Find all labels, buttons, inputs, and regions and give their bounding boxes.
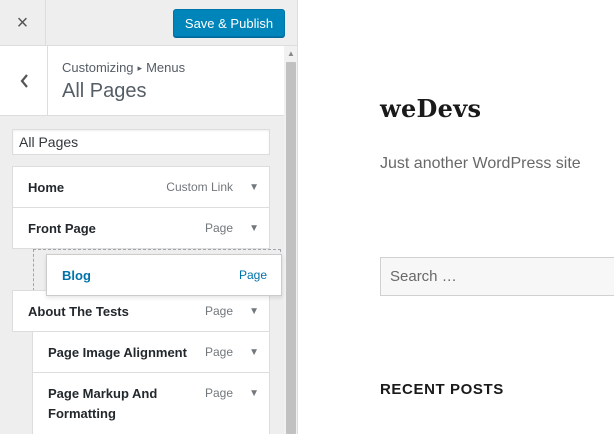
chevron-down-icon[interactable]: ▼ xyxy=(249,182,259,193)
menu-item-page-markup[interactable]: Page Markup And Formatting Page ▼ xyxy=(32,372,270,434)
menu-item-front-page[interactable]: Front Page Page ▼ xyxy=(12,207,270,249)
menu-item-title: Page Markup And xyxy=(48,386,158,401)
menu-item-type: Page xyxy=(238,268,267,282)
close-customizer-button[interactable]: × xyxy=(0,0,46,46)
breadcrumb: Customizing ▸ Menus xyxy=(62,60,185,75)
site-preview: weDevs Just another WordPress site Searc… xyxy=(299,0,614,434)
chevron-down-icon[interactable]: ▼ xyxy=(249,306,259,317)
breadcrumb-child: Menus xyxy=(146,60,186,75)
menu-item-about-the-tests[interactable]: About The Tests Page ▼ xyxy=(12,290,270,332)
breadcrumb-parent: Customizing xyxy=(62,60,134,75)
scrollbar-thumb[interactable] xyxy=(286,62,296,434)
menu-item-home[interactable]: Home Custom Link ▼ xyxy=(12,166,270,208)
menu-item-type: Page xyxy=(204,345,233,359)
menu-item-title: Page Image Alignment xyxy=(48,345,187,360)
back-button[interactable] xyxy=(0,46,48,116)
close-icon: × xyxy=(16,11,29,34)
chevron-down-icon[interactable]: ▼ xyxy=(249,388,259,399)
menu-item-title-line2: Formatting xyxy=(48,406,116,421)
save-publish-button[interactable]: Save & Publish xyxy=(173,9,285,37)
menu-item-title: Blog xyxy=(62,268,91,283)
site-title[interactable]: weDevs xyxy=(380,94,481,123)
section-title: All Pages xyxy=(62,80,147,102)
scroll-up-icon[interactable]: ▲ xyxy=(284,46,297,60)
menu-name-input[interactable] xyxy=(12,129,270,155)
menu-item-title: Front Page xyxy=(28,221,96,236)
chevron-down-icon[interactable]: ▼ xyxy=(249,223,259,234)
customizer-header: × Save & Publish xyxy=(0,0,297,46)
menu-item-page-image-alignment[interactable]: Page Image Alignment Page ▼ xyxy=(32,331,270,373)
chevron-down-icon[interactable]: ▼ xyxy=(249,347,259,358)
section-header: Customizing ▸ Menus All Pages xyxy=(0,46,284,116)
menu-item-blog-dragging[interactable]: Blog Page xyxy=(46,254,282,296)
menu-item-title: About The Tests xyxy=(28,304,129,319)
search-input[interactable]: Search … xyxy=(380,257,614,296)
menu-item-type: Page xyxy=(204,304,233,318)
chevron-left-icon xyxy=(20,74,28,88)
menu-item-title: Home xyxy=(28,180,65,195)
breadcrumb-separator-icon: ▸ xyxy=(137,63,143,73)
menu-item-type: Page xyxy=(204,221,233,235)
sidebar-scrollbar[interactable]: ▲ xyxy=(284,46,297,434)
menu-item-type: Page xyxy=(204,386,233,400)
menu-item-type: Custom Link xyxy=(166,180,233,194)
site-tagline: Just another WordPress site xyxy=(380,155,581,172)
recent-posts-heading: RECENT POSTS xyxy=(380,381,504,398)
customizer-sidebar: × Save & Publish Customizing ▸ Menus All P… xyxy=(0,0,298,434)
